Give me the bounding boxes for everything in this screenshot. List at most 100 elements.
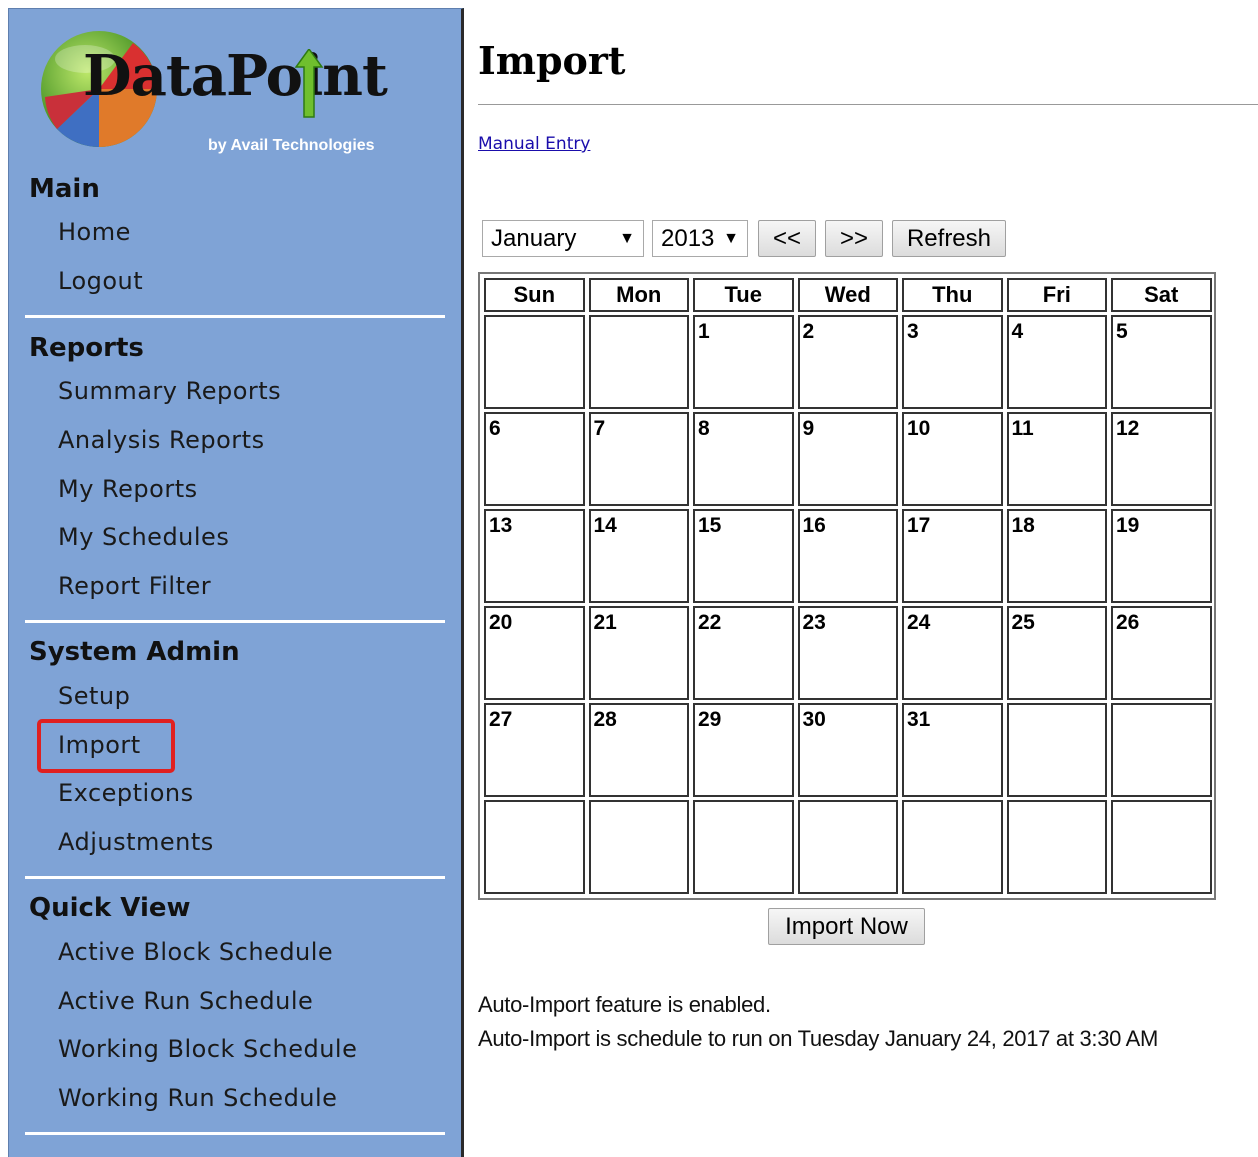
nav-item-my-reports[interactable]: My Reports: [58, 475, 198, 503]
calendar-day-cell[interactable]: 6: [484, 412, 585, 506]
calendar-day-number: 23: [802, 611, 826, 634]
calendar-day-cell[interactable]: 2: [797, 315, 898, 409]
calendar-day-number: 19: [1116, 514, 1140, 537]
nav-item-working-block-schedule[interactable]: Working Block Schedule: [58, 1035, 357, 1063]
calendar-day-cell[interactable]: 26: [1111, 606, 1212, 700]
chevron-down-icon: ▼: [723, 229, 739, 247]
sidebar: DataPoint by Avail Technologies Main Hom…: [8, 8, 464, 1157]
nav-item-summary-reports[interactable]: Summary Reports: [58, 377, 281, 405]
calendar-day-cell[interactable]: 17: [902, 509, 1003, 603]
nav-item-exceptions[interactable]: Exceptions: [58, 779, 194, 807]
nav-heading-reports: Reports: [29, 333, 144, 363]
title-divider: [478, 104, 1258, 105]
calendar-day-cell[interactable]: [1111, 703, 1212, 797]
calendar-day-cell[interactable]: [693, 800, 794, 894]
manual-entry-link[interactable]: Manual Entry: [478, 134, 590, 154]
nav-item-logout[interactable]: Logout: [58, 267, 143, 295]
nav-item-setup[interactable]: Setup: [58, 682, 130, 710]
calendar-day-cell[interactable]: [484, 800, 585, 894]
prev-month-button[interactable]: <<: [758, 220, 816, 257]
calendar-day-cell[interactable]: [588, 315, 689, 409]
calendar-day-cell[interactable]: 1: [693, 315, 794, 409]
month-select[interactable]: January ▼: [482, 220, 644, 257]
calendar-day-cell[interactable]: 28: [588, 703, 689, 797]
nav-item-my-schedules[interactable]: My Schedules: [58, 523, 229, 551]
calendar-day-cell[interactable]: 22: [693, 606, 794, 700]
calendar-day-number: 31: [907, 708, 931, 731]
import-now-button[interactable]: Import Now: [768, 908, 925, 945]
calendar-day-number: 18: [1011, 514, 1035, 537]
nav-item-active-run-schedule[interactable]: Active Run Schedule: [58, 987, 313, 1015]
calendar-day-cell[interactable]: 7: [588, 412, 689, 506]
calendar-day-number: 28: [593, 708, 617, 731]
calendar-day-number: 7: [593, 417, 606, 440]
calendar-day-cell[interactable]: 31: [902, 703, 1003, 797]
nav-item-working-run-schedule[interactable]: Working Run Schedule: [58, 1084, 337, 1112]
nav-item-analysis-reports[interactable]: Analysis Reports: [58, 426, 265, 454]
calendar-day-number: 15: [698, 514, 722, 537]
calendar-day-number: 30: [802, 708, 826, 731]
calendar-day-header: Thu: [902, 278, 1003, 312]
nav-item-report-filter[interactable]: Report Filter: [58, 572, 211, 600]
auto-import-schedule: Auto-Import is schedule to run on Tuesda…: [478, 1026, 1159, 1051]
nav-item-adjustments[interactable]: Adjustments: [58, 828, 214, 856]
calendar-day-cell[interactable]: 4: [1006, 315, 1107, 409]
logo-wordmark: DataPoint: [83, 43, 388, 109]
calendar-day-cell[interactable]: [1111, 800, 1212, 894]
nav-divider: [25, 876, 445, 879]
calendar-day-cell[interactable]: 16: [797, 509, 898, 603]
calendar-day-cell[interactable]: [797, 800, 898, 894]
calendar-day-number: 8: [698, 417, 710, 440]
nav-item-home[interactable]: Home: [58, 218, 131, 246]
calendar-day-number: 27: [489, 708, 513, 731]
calendar-day-number: 1: [698, 320, 710, 343]
nav-item-active-block-schedule[interactable]: Active Block Schedule: [58, 938, 333, 966]
calendar-day-header: Mon: [588, 278, 689, 312]
datapoint-logo[interactable]: DataPoint by Avail Technologies: [37, 27, 397, 154]
calendar-day-cell[interactable]: 5: [1111, 315, 1212, 409]
calendar-day-header: Fri: [1006, 278, 1107, 312]
calendar-day-number: 16: [802, 514, 826, 537]
calendar-day-cell[interactable]: 27: [484, 703, 585, 797]
calendar-day-cell[interactable]: 14: [588, 509, 689, 603]
calendar-day-number: 22: [698, 611, 722, 634]
next-month-button[interactable]: >>: [825, 220, 883, 257]
import-highlight-box: [37, 719, 175, 773]
logo-byline: by Avail Technologies: [208, 137, 375, 154]
calendar-day-cell[interactable]: 30: [797, 703, 898, 797]
calendar-day-cell[interactable]: [484, 315, 585, 409]
calendar-day-cell[interactable]: [1006, 800, 1107, 894]
calendar-day-cell[interactable]: 15: [693, 509, 794, 603]
calendar-day-number: 29: [698, 708, 722, 731]
nav-divider: [25, 1132, 445, 1135]
calendar-day-cell[interactable]: 21: [588, 606, 689, 700]
year-select[interactable]: 2013 ▼: [652, 220, 748, 257]
calendar-day-cell[interactable]: 12: [1111, 412, 1212, 506]
calendar-day-cell[interactable]: 11: [1006, 412, 1107, 506]
calendar-day-cell[interactable]: 8: [693, 412, 794, 506]
calendar-day-cell[interactable]: 25: [1006, 606, 1107, 700]
calendar-day-number: 10: [907, 417, 931, 440]
refresh-button[interactable]: Refresh: [892, 220, 1006, 257]
calendar-day-cell[interactable]: 13: [484, 509, 585, 603]
calendar-day-number: 13: [489, 514, 513, 537]
calendar-day-number: 25: [1011, 611, 1035, 634]
calendar-day-cell[interactable]: 18: [1006, 509, 1107, 603]
calendar-day-cell[interactable]: 29: [693, 703, 794, 797]
calendar-day-cell[interactable]: 23: [797, 606, 898, 700]
nav-heading-quick-view: Quick View: [29, 893, 191, 923]
calendar-day-number: 4: [1011, 320, 1024, 343]
calendar-day-cell[interactable]: 9: [797, 412, 898, 506]
calendar-day-cell[interactable]: [588, 800, 689, 894]
calendar-day-number: 3: [907, 320, 919, 343]
auto-import-status: Auto-Import feature is enabled.: [478, 992, 771, 1017]
calendar-day-cell[interactable]: 19: [1111, 509, 1212, 603]
calendar-day-cell[interactable]: [902, 800, 1003, 894]
calendar-day-cell[interactable]: 10: [902, 412, 1003, 506]
calendar-day-number: 6: [489, 417, 501, 440]
calendar-day-cell[interactable]: [1006, 703, 1107, 797]
calendar-day-number: 24: [907, 611, 931, 634]
calendar-day-cell[interactable]: 3: [902, 315, 1003, 409]
calendar-day-cell[interactable]: 20: [484, 606, 585, 700]
calendar-day-cell[interactable]: 24: [902, 606, 1003, 700]
